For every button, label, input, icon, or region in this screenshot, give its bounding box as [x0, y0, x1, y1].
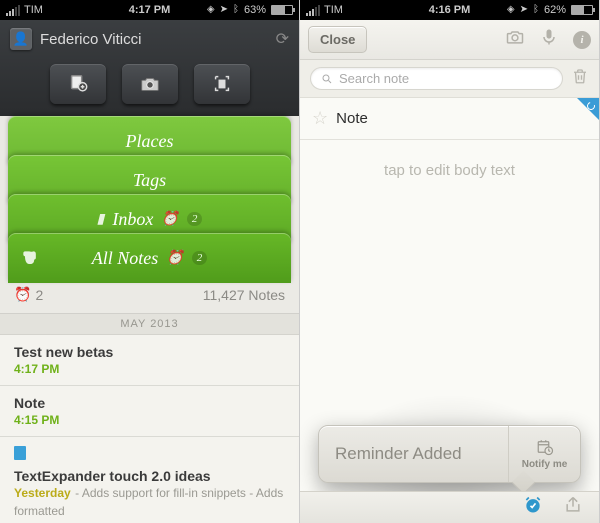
battery-icon [571, 5, 593, 15]
notebook-icon: ▮ [97, 211, 105, 228]
note-meta: 4:17 PM [14, 362, 285, 376]
section-stack: Places Tags ▮ Inbox ⏰ 2 All Notes ⏰ 2 [0, 116, 299, 276]
note-title: Note [336, 110, 368, 127]
inbox-reminder-badge: 2 [187, 212, 203, 226]
sync-icon[interactable]: ⟳ [276, 29, 289, 49]
calendar-clock-icon [535, 438, 555, 456]
search-row: Search note [300, 60, 599, 98]
note-title: TextExpander touch 2.0 ideas [14, 468, 285, 484]
reminder-flag-icon[interactable] [577, 98, 599, 120]
bluetooth-icon: ᛒ [233, 5, 239, 15]
search-placeholder: Search note [339, 71, 409, 86]
tab-all-notes[interactable]: All Notes ⏰ 2 [8, 233, 291, 283]
clock: 4:17 PM [129, 4, 171, 16]
signal-icon [6, 5, 20, 16]
status-bar: TIM 4:16 PM ◈ ➤ ᛒ 62% [300, 0, 599, 20]
status-bar: TIM 4:17 PM ◈ ➤ ᛒ 63% [0, 0, 299, 20]
note-meta: 4:15 PM [14, 413, 285, 427]
app-header: 👤 Federico Viticci ⟳ [0, 20, 299, 116]
alarm-icon: ⏰ [161, 211, 178, 228]
list-item[interactable]: TextExpander touch 2.0 ideas Yesterday -… [0, 437, 299, 523]
popover-message: Reminder Added [319, 426, 508, 482]
location-icon: ➤ [520, 5, 528, 15]
note-meta: Yesterday [14, 486, 71, 500]
carrier-label: TIM [324, 4, 343, 16]
close-button[interactable]: Close [308, 26, 367, 53]
notes-list[interactable]: Test new betas 4:17 PM Note 4:15 PM Text… [0, 335, 299, 523]
note-toolbar: Close i [300, 20, 599, 60]
thumbnail-icon [14, 446, 26, 460]
search-icon [321, 73, 333, 85]
notify-me-button[interactable]: Notify me [508, 426, 580, 482]
note-header[interactable]: ☆ Note [300, 98, 599, 140]
note-body-placeholder[interactable]: tap to edit body text [300, 140, 599, 201]
note-count: 11,427 Notes [203, 287, 285, 303]
screenshot-right: TIM 4:16 PM ◈ ➤ ᛒ 62% Close i Search not [300, 0, 600, 523]
microphone-icon[interactable] [539, 27, 559, 52]
battery-icon [271, 5, 293, 15]
camera-button[interactable] [122, 64, 178, 104]
notify-label: Notify me [522, 459, 568, 470]
reminder-alarm-button[interactable] [523, 495, 543, 520]
note-title: Test new betas [14, 344, 285, 360]
search-input[interactable]: Search note [310, 67, 563, 90]
battery-pct: 63% [244, 4, 266, 16]
carrier-label: TIM [24, 4, 43, 16]
new-note-button[interactable] [50, 64, 106, 104]
compass-icon: ◈ [507, 5, 515, 15]
evernote-icon [20, 248, 40, 268]
clock: 4:16 PM [429, 4, 471, 16]
camera-icon[interactable] [505, 27, 525, 52]
note-title: Note [14, 395, 285, 411]
reminder-popover: Reminder Added Notify me [318, 425, 581, 483]
bluetooth-icon: ᛒ [533, 5, 539, 15]
signal-icon [306, 5, 320, 16]
alarm-icon: ⏰ [166, 250, 183, 267]
info-icon[interactable]: i [573, 31, 591, 49]
reminder-count: 2 [35, 287, 43, 303]
location-icon: ➤ [220, 5, 228, 15]
trash-icon[interactable] [571, 67, 589, 90]
list-item[interactable]: Note 4:15 PM [0, 386, 299, 437]
screenshot-left: TIM 4:17 PM ◈ ➤ ᛒ 63% 👤 Federico Viticci… [0, 0, 300, 523]
date-divider: MAY 2013 [0, 314, 299, 335]
avatar[interactable]: 👤 [10, 28, 32, 50]
page-camera-button[interactable] [194, 64, 250, 104]
user-name[interactable]: Federico Viticci [40, 31, 141, 48]
alarm-icon: ⏰ [14, 286, 31, 303]
list-item[interactable]: Test new betas 4:17 PM [0, 335, 299, 386]
share-icon[interactable] [563, 495, 583, 520]
battery-pct: 62% [544, 4, 566, 16]
compass-icon: ◈ [207, 5, 215, 15]
popover-area: Reminder Added Notify me [300, 393, 599, 523]
all-reminder-badge: 2 [192, 251, 208, 265]
note-bottom-bar [300, 491, 599, 523]
star-icon[interactable]: ☆ [312, 108, 328, 129]
